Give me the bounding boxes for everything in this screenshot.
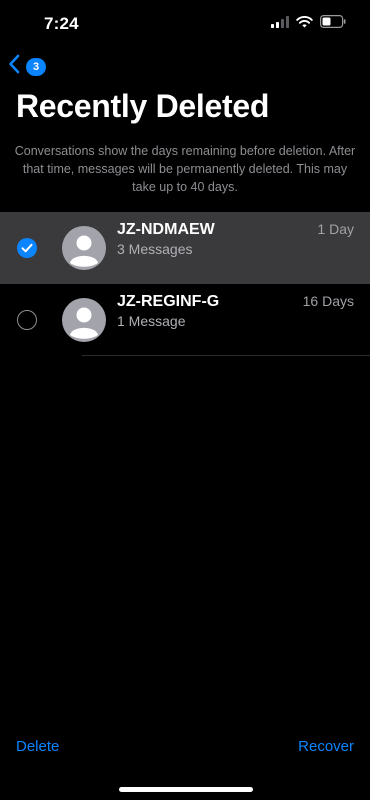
avatar bbox=[62, 226, 106, 270]
battery-icon bbox=[320, 15, 346, 33]
conversation-row[interactable]: JZ-REGINF-G 1 Message 16 Days bbox=[0, 284, 370, 356]
conversation-list: JZ-NDMAEW 3 Messages 1 Day JZ-REGINF-G 1… bbox=[0, 212, 370, 356]
page-title: Recently Deleted bbox=[16, 88, 270, 124]
days-remaining: 16 Days bbox=[302, 293, 354, 309]
status-bar: 7:24 bbox=[0, 0, 370, 48]
conversation-name: JZ-NDMAEW bbox=[117, 221, 215, 238]
days-remaining: 1 Day bbox=[317, 221, 354, 237]
recover-button[interactable]: Recover bbox=[298, 738, 354, 755]
conversation-row[interactable]: JZ-NDMAEW 3 Messages 1 Day bbox=[0, 212, 370, 284]
delete-button[interactable]: Delete bbox=[16, 738, 59, 755]
row-separator bbox=[82, 355, 370, 356]
message-count: 1 Message bbox=[117, 313, 186, 329]
cellular-signal-icon bbox=[271, 15, 289, 33]
wifi-icon bbox=[296, 15, 313, 33]
chevron-left-icon bbox=[8, 54, 20, 79]
checkmark-icon[interactable] bbox=[17, 238, 37, 258]
avatar bbox=[62, 298, 106, 342]
status-time: 7:24 bbox=[44, 14, 79, 33]
nav-bar: 3 bbox=[0, 52, 370, 82]
back-button[interactable]: 3 bbox=[8, 54, 46, 79]
unread-count-badge: 3 bbox=[26, 57, 46, 76]
deletion-description: Conversations show the days remaining be… bbox=[14, 144, 356, 194]
selection-circle-icon[interactable] bbox=[17, 310, 37, 330]
conversation-name: JZ-REGINF-G bbox=[117, 293, 220, 310]
status-icons bbox=[271, 15, 346, 33]
message-count: 3 Messages bbox=[117, 241, 193, 257]
home-indicator bbox=[119, 787, 253, 792]
